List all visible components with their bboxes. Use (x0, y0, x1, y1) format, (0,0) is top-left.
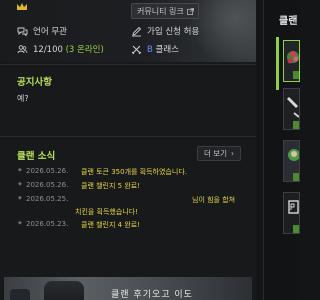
members-online: (3 온라인) (65, 45, 104, 55)
banner-figure (10, 289, 30, 300)
class-grade: B (147, 45, 153, 55)
p-emblem-icon (284, 193, 299, 233)
notice-title: 공지사항 (17, 77, 52, 88)
members-row: 12/100 (3 온라인) (17, 43, 104, 55)
community-link-button[interactable]: 커뮤니티 링크 (131, 3, 199, 19)
selection-indicator (276, 37, 279, 90)
clan-emblem-item[interactable] (283, 140, 300, 182)
flower-emblem-icon (284, 41, 299, 81)
members-icon (17, 44, 28, 53)
clan-info-panel: 커뮤니티 링크 언어 무관 가입 신청 허용 12/100 (3 온라인) B … (0, 0, 256, 300)
more-button[interactable]: 더 보기 › (197, 146, 241, 161)
language-row: 언어 무관 (17, 25, 67, 37)
banner-figure (44, 281, 84, 300)
clan-emblem-item[interactable] (283, 40, 300, 82)
community-link-label: 커뮤니티 링크 (137, 6, 184, 16)
news-date: 2026.05.26. (18, 181, 81, 191)
right-panel-title: 클랜 (279, 16, 298, 27)
chevron-right-icon: › (231, 149, 235, 158)
divider (0, 64, 256, 65)
clan-emblem-item[interactable] (283, 88, 300, 130)
news-item: 2026.05.26. 클랜 토큰 350개를 획득하였습니다. (18, 167, 187, 177)
divider (0, 136, 256, 137)
news-text-continued: 치킨을 획득했습니다! (75, 208, 138, 216)
news-text: 클랜 챌린지 4 완료! (81, 221, 141, 229)
weapon-emblem-icon (284, 89, 299, 129)
news-date: 2026.05.23. (18, 220, 81, 230)
news-text: 클랜 토큰 350개를 획득하였습니다. (81, 168, 187, 176)
join-policy-row: 가입 신청 허용 (131, 25, 199, 37)
news-text: 클랜 챌린지 5 완료! (81, 182, 141, 190)
more-label: 더 보기 (203, 149, 228, 158)
edit-icon (132, 26, 142, 36)
character-emblem-icon (284, 141, 299, 181)
news-date: 2026.05.25. (18, 195, 81, 205)
clan-emblem-item[interactable] (283, 192, 300, 234)
news-title: 클랜 소식 (17, 151, 56, 162)
members-count: 12/100 (33, 45, 63, 55)
class-label: 클래스 (155, 45, 180, 55)
external-link-icon (186, 7, 194, 15)
news-item: 2026.05.23. 클랜 챌린지 4 완료! (18, 220, 141, 230)
news-item: 2026.05.26. 클랜 챌린지 5 완료! (18, 181, 141, 191)
clan-class-icon (131, 45, 142, 54)
notice-text: 예? (17, 94, 29, 103)
language-label: 언어 무관 (33, 27, 67, 37)
class-row: B 클래스 (131, 43, 179, 55)
join-policy-label: 가입 신청 허용 (147, 27, 200, 37)
news-item: 2026.05.25. 님이 힘을 합쳐 (18, 195, 236, 205)
speech-bubble-icon (17, 27, 28, 37)
news-date: 2026.05.26. (18, 167, 81, 177)
news-text: 님이 힘을 합쳐 (192, 196, 236, 204)
banner-text: 클랜 후기오고 이도 (111, 290, 193, 300)
crown-icon (17, 3, 27, 10)
clan-banner[interactable]: 클랜 후기오고 이도 (4, 277, 252, 300)
